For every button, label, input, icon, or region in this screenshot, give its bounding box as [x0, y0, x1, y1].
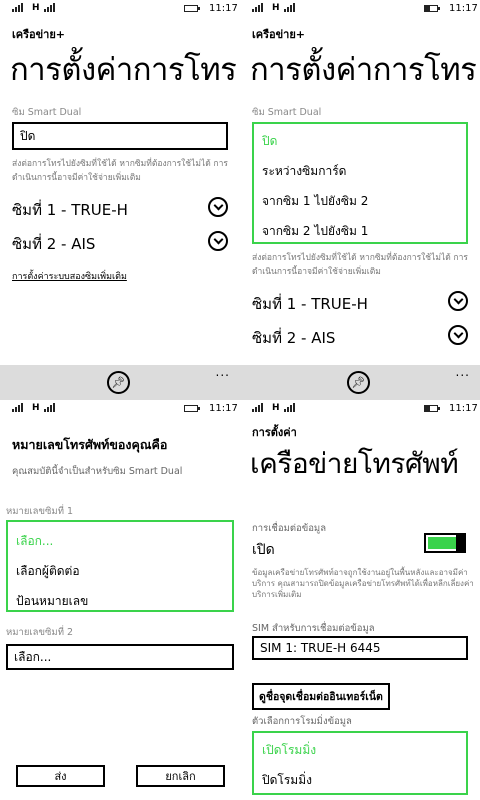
more-icon[interactable]: ...	[216, 365, 230, 379]
sim2-number-label: หมายเลขซิมที่ 2	[6, 627, 74, 638]
smart-dual-select[interactable]: ปิด	[12, 122, 228, 150]
status-bar: H 11:17	[240, 0, 480, 18]
chevron-down-icon[interactable]	[448, 291, 468, 311]
clock: 11:17	[209, 3, 238, 14]
dual-sim-settings-link[interactable]: การตั้งค่าระบบสองซิมเพิ่มเติม	[12, 269, 127, 283]
status-bar: H 11:17	[0, 0, 240, 18]
app-title: เครือข่าย+	[252, 28, 305, 41]
sim1-number-label: หมายเลขซิมที่ 1	[6, 506, 74, 517]
clock: 11:17	[209, 403, 238, 414]
dropdown-option[interactable]: ระหว่างซิมการ์ด	[262, 162, 346, 181]
battery-charging-icon	[424, 405, 440, 412]
battery-charging-icon	[424, 5, 440, 12]
chevron-down-icon[interactable]	[448, 325, 468, 345]
phone-number-screen: H 11:17 หมายเลขโทรศัพท์ของคุณคือ คุณสมบั…	[0, 400, 240, 800]
app-title: เครือข่าย+	[12, 28, 65, 41]
call-settings-screen: H 11:17 เครือข่าย+ การตั้งค่าการโทร ซิม …	[0, 0, 240, 400]
page-title: เครือข่ายโทรศัพท์	[250, 447, 459, 480]
data-connection-value: เปิด	[252, 542, 275, 558]
page-title: การตั้งค่าการโทร	[10, 52, 237, 88]
clock: 11:17	[449, 3, 478, 14]
toggle-knob	[456, 533, 466, 553]
dropdown-option[interactable]: จากซิม 2 ไปยังซิม 1	[262, 222, 368, 241]
chevron-down-icon[interactable]	[208, 231, 228, 251]
signal-icon	[252, 403, 263, 412]
app-bar: 📌︎ ...	[0, 365, 240, 400]
status-bar: H 11:17	[0, 400, 240, 418]
pin-icon[interactable]: 📌︎	[107, 371, 130, 394]
cellular-network-screen: H 11:17 การตั้งค่า เครือข่ายโทรศัพท์ การ…	[240, 400, 480, 800]
dropdown-option[interactable]: ปิด	[262, 132, 277, 151]
dropdown-option[interactable]: เลือก...	[16, 532, 53, 551]
battery-icon	[184, 5, 200, 12]
signal-icon	[44, 3, 55, 12]
page-subheading: คุณสมบัตินี้จำเป็นสำหรับซิม Smart Dual	[12, 466, 183, 477]
pin-icon[interactable]: 📌︎	[347, 371, 370, 394]
smart-dual-description: ส่งต่อการโทรไปยังซิมที่ใช้ได้ หากซิมที่ต…	[252, 253, 468, 277]
signal-icon	[284, 3, 295, 12]
data-connection-label: การเชื่อมต่อข้อมูล	[252, 523, 327, 534]
chevron-down-icon[interactable]	[208, 197, 228, 217]
smart-dual-label: ซิม Smart Dual	[12, 107, 82, 118]
signal-icon	[12, 3, 23, 12]
battery-icon	[184, 405, 200, 412]
page-title: การตั้งค่าการโทร	[250, 52, 477, 88]
sim2-row[interactable]: ซิมที่ 2 - AIS	[12, 232, 95, 256]
signal-icon	[252, 3, 263, 12]
sim-data-label: SIM สำหรับการเชื่อมต่อข้อมูล	[252, 623, 375, 634]
sim1-number-dropdown: เลือก... เลือกผู้ติดต่อ ป้อนหมายเลข	[6, 520, 234, 612]
smart-dual-description: ส่งต่อการโทรไปยังซิมที่ใช้ได้ หากซิมที่ต…	[12, 159, 228, 183]
page-heading: หมายเลขโทรศัพท์ของคุณคือ	[12, 437, 168, 452]
dropdown-option[interactable]: ปิดโรมมิ่ง	[262, 771, 312, 790]
signal-icon	[12, 403, 23, 412]
sim2-row[interactable]: ซิมที่ 2 - AIS	[252, 326, 335, 350]
signal-icon	[44, 403, 55, 412]
network-type: H	[272, 403, 280, 413]
network-type: H	[32, 403, 40, 413]
more-icon[interactable]: ...	[456, 365, 470, 379]
sim1-row[interactable]: ซิมที่ 1 - TRUE-H	[252, 292, 368, 316]
sim2-number-select[interactable]: เลือก...	[6, 644, 234, 670]
data-connection-toggle[interactable]	[424, 533, 466, 553]
status-bar: H 11:17	[240, 400, 480, 418]
apn-button[interactable]: ดูชื่อจุดเชื่อมต่ออินเทอร์เน็ต	[252, 683, 390, 710]
dropdown-option[interactable]: ป้อนหมายเลข	[16, 592, 88, 611]
section-title: การตั้งค่า	[252, 426, 297, 439]
data-connection-description: ข้อมูลเครือข่ายโทรศัพท์อาจถูกใช้งานอยู่ใ…	[252, 568, 474, 599]
sim1-row[interactable]: ซิมที่ 1 - TRUE-H	[12, 198, 128, 222]
app-bar: 📌︎ ...	[240, 365, 480, 400]
send-button[interactable]: ส่ง	[16, 765, 105, 787]
sim-data-select[interactable]: SIM 1: TRUE-H 6445	[252, 636, 468, 660]
dropdown-option[interactable]: เลือกผู้ติดต่อ	[16, 562, 80, 581]
toggle-fill	[428, 537, 457, 549]
smart-dual-label: ซิม Smart Dual	[252, 107, 322, 118]
clock: 11:17	[449, 403, 478, 414]
network-type: H	[32, 3, 40, 13]
smart-dual-dropdown: ปิด ระหว่างซิมการ์ด จากซิม 1 ไปยังซิม 2 …	[252, 122, 468, 244]
signal-icon	[284, 403, 295, 412]
dropdown-option[interactable]: จากซิม 1 ไปยังซิม 2	[262, 192, 368, 211]
cancel-button[interactable]: ยกเลิก	[136, 765, 225, 787]
call-settings-dropdown-screen: H 11:17 เครือข่าย+ การตั้งค่าการโทร ซิม …	[240, 0, 480, 400]
roaming-dropdown: เปิดโรมมิ่ง ปิดโรมมิ่ง	[252, 731, 468, 795]
network-type: H	[272, 3, 280, 13]
roaming-label: ตัวเลือกการโรมมิ่งข้อมูล	[252, 716, 352, 727]
dropdown-option[interactable]: เปิดโรมมิ่ง	[262, 741, 316, 760]
